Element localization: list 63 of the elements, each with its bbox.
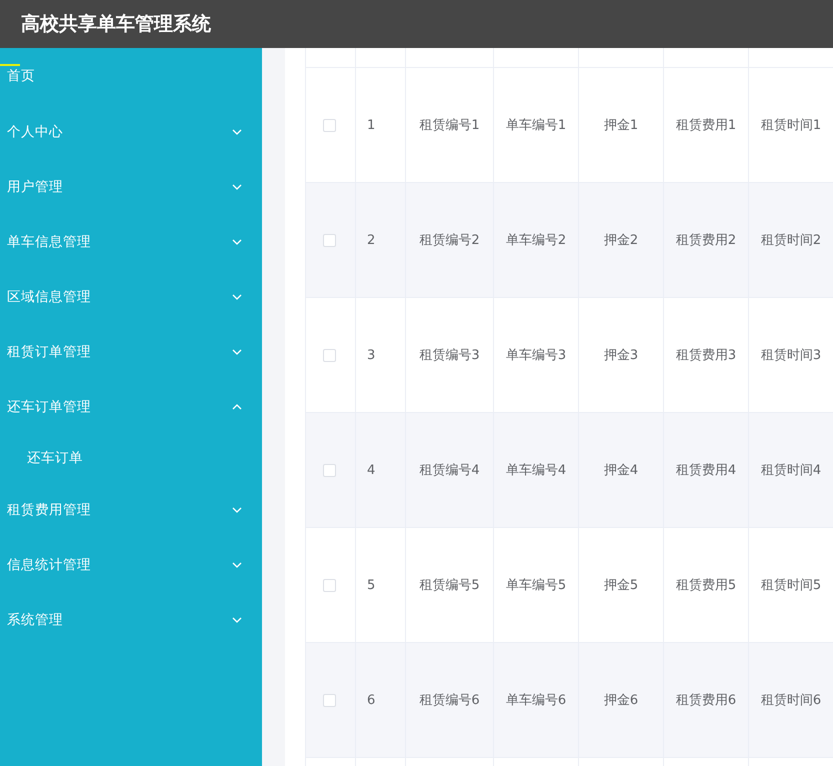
checkbox[interactable] bbox=[323, 118, 336, 132]
menu-item[interactable]: 单车信息管理 bbox=[0, 214, 262, 269]
table-cell-text: 租赁时间3 bbox=[760, 347, 822, 364]
chevron-icon bbox=[232, 506, 242, 512]
menu-item[interactable]: 租赁订单管理 bbox=[0, 324, 262, 379]
table-cell-text: 单车编号6 bbox=[506, 692, 566, 709]
table-cell-text: 租赁费用6 bbox=[676, 692, 736, 709]
checkbox[interactable] bbox=[323, 694, 336, 706]
menu-item[interactable]: 区域信息管理 bbox=[0, 269, 262, 324]
table-cell-text: 租赁费用5 bbox=[676, 577, 736, 594]
row-number: 2 bbox=[367, 232, 376, 248]
row-number: 6 bbox=[367, 692, 376, 708]
table-cell-text: 押金1 bbox=[604, 117, 638, 134]
chevron-icon bbox=[232, 404, 242, 410]
menu-item[interactable]: 信息统计管理 bbox=[0, 537, 262, 592]
table-cell-text: 租赁费用2 bbox=[676, 232, 736, 249]
table-cell-text: 押金5 bbox=[604, 577, 638, 594]
table-cell-text: 押金6 bbox=[604, 692, 638, 709]
table-cell-text: 单车编号4 bbox=[506, 462, 566, 479]
table-cell-text: 租赁编号4 bbox=[419, 462, 480, 479]
checkbox[interactable] bbox=[323, 348, 336, 362]
table-cell-text: 租赁时间4 bbox=[760, 462, 822, 479]
row-number: 4 bbox=[367, 462, 376, 478]
chevron-icon bbox=[232, 238, 242, 244]
table-cell-text: 租赁时间2 bbox=[760, 232, 822, 249]
chevron-icon bbox=[232, 294, 242, 300]
chevron-icon bbox=[232, 562, 242, 568]
menu-item[interactable]: 系统管理 bbox=[0, 592, 262, 647]
menu-item[interactable]: 用户管理 bbox=[0, 159, 262, 214]
table-cell-text: 押金3 bbox=[604, 347, 638, 364]
menu-item[interactable]: 首页 bbox=[0, 48, 262, 104]
table-cell-text: 租赁费用4 bbox=[676, 462, 736, 479]
table-cell-text: 租赁编号6 bbox=[419, 692, 480, 709]
chevron-icon bbox=[232, 184, 242, 190]
table-cell-text: 租赁编号1 bbox=[419, 117, 480, 134]
table-cell-text: 押金2 bbox=[604, 232, 638, 249]
table-cell-text: 租赁编号3 bbox=[419, 347, 480, 364]
menu-item[interactable]: 个人中心 bbox=[0, 104, 262, 159]
submenu-item[interactable]: 还车订单 bbox=[0, 434, 262, 482]
row-number: 5 bbox=[367, 578, 376, 592]
table-cell-text: 租赁编号2 bbox=[419, 232, 480, 249]
table-cell-text: 单车编号5 bbox=[506, 577, 566, 594]
chevron-icon bbox=[232, 348, 242, 354]
row-number: 1 bbox=[367, 118, 376, 132]
chevron-icon bbox=[232, 616, 242, 622]
table-cell-text: 租赁编号5 bbox=[419, 577, 480, 594]
chevron-icon bbox=[232, 128, 242, 134]
table-cell-text: 租赁时间6 bbox=[760, 692, 822, 709]
table-cell-text: 租赁时间5 bbox=[760, 577, 822, 594]
table-cell-text: 租赁时间1 bbox=[760, 117, 822, 134]
row-number: 3 bbox=[367, 348, 376, 362]
window-title: 高校共享单车管理系统 bbox=[21, 12, 211, 37]
table-cell-text: 单车编号2 bbox=[506, 232, 566, 249]
table-cell-text: 单车编号1 bbox=[506, 117, 566, 134]
menu-item[interactable]: 还车订单管理 bbox=[0, 379, 262, 434]
checkbox[interactable] bbox=[323, 464, 336, 476]
table-cell-text: 单车编号3 bbox=[506, 347, 566, 364]
table-cell-text: 租赁费用1 bbox=[676, 117, 736, 134]
table-cell-text: 租赁费用3 bbox=[676, 347, 736, 364]
table-cell-text: 押金4 bbox=[604, 462, 638, 479]
checkbox[interactable] bbox=[323, 578, 336, 592]
menu-item[interactable]: 租赁费用管理 bbox=[0, 482, 262, 537]
checkbox[interactable] bbox=[323, 234, 336, 246]
